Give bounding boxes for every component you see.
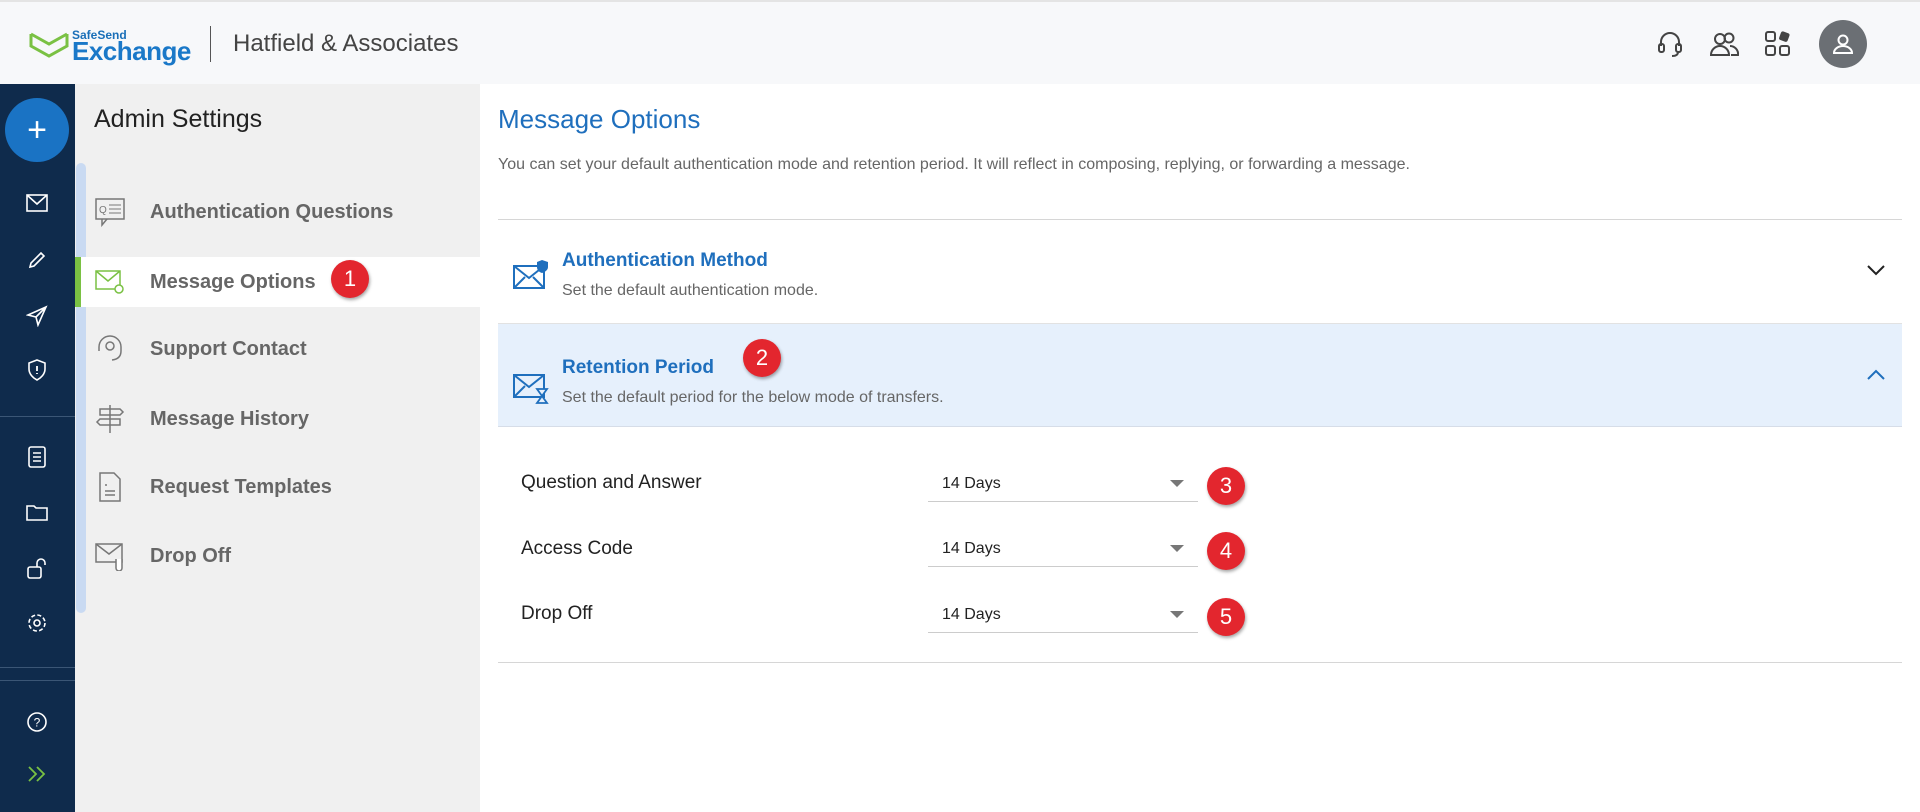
chevron-up-icon[interactable] [1866,369,1886,381]
shield-icon[interactable] [22,355,52,385]
mail-gear-icon [92,264,128,300]
unlock-icon[interactable] [22,553,52,583]
access-code-retention-select[interactable]: 14 Days [928,531,1198,567]
sidebar-item-label: Support Contact [150,337,307,360]
expand-icon[interactable] [22,759,52,789]
pencil-icon[interactable] [22,245,52,275]
mail-hourglass-icon [512,357,562,410]
signpost-icon [92,401,128,437]
chevron-down-icon[interactable] [1866,264,1886,276]
sidebar-title: Admin Settings [94,105,263,133]
top-header: SafeSend Exchange Hatfield & Associates [0,0,1920,84]
caret-down-icon [1170,545,1184,552]
users-icon[interactable] [1708,28,1740,60]
selected-value: 14 Days [942,474,1001,492]
annotation-badge-1: 1 [331,260,369,298]
divider [0,416,75,417]
compose-button[interactable]: + [5,98,69,162]
avatar[interactable] [1819,20,1867,68]
annotation-badge-3: 3 [1207,467,1245,505]
mail-clip-icon [92,538,128,574]
avatar-icon [1832,34,1854,54]
help-icon[interactable]: ? [22,707,52,737]
drop-off-retention-select[interactable]: 14 Days [928,597,1198,633]
selected-value: 14 Days [942,605,1001,623]
support-icon [92,331,128,367]
document-icon[interactable] [22,442,52,472]
page-description: You can set your default authentication … [498,156,1410,173]
send-icon[interactable] [22,301,52,331]
company-name: Hatfield & Associates [233,30,459,57]
mail-shield-icon [512,250,562,295]
sidebar-item-label: Message History [150,407,309,430]
selected-value: 14 Days [942,539,1001,557]
headset-icon[interactable] [1654,28,1686,60]
caret-down-icon [1170,611,1184,618]
gear-icon[interactable] [22,608,52,638]
section-subtitle: Set the default authentication mode. [562,282,819,299]
annotation-badge-5: 5 [1207,598,1245,636]
sidebar-item-label: Authentication Questions [150,200,394,223]
folder-icon[interactable] [22,497,52,527]
divider [0,667,75,668]
annotation-badge-4: 4 [1207,532,1245,570]
logo-text: Exchange [72,36,191,66]
apps-icon[interactable] [1762,28,1794,60]
sidebar-item-message-options[interactable]: Message Options [75,257,480,307]
divider [498,662,1902,663]
sidebar-item-label: Drop Off [150,544,232,567]
sidebar-item-label: Request Templates [150,475,332,498]
sidebar-item-authentication-questions[interactable]: Q Authentication Questions [75,187,480,237]
divider [210,26,211,62]
template-icon [92,469,128,505]
divider [0,680,75,681]
caret-down-icon [1170,480,1184,487]
sidebar-item-label: Message Options [150,270,316,293]
retention-period-section[interactable]: Retention Period Set the default period f… [498,324,1902,427]
sidebar-item-drop-off[interactable]: Drop Off [75,531,480,581]
access-code-label: Access Code [521,538,633,559]
section-title: Authentication Method [562,250,768,271]
sidebar-item-request-templates[interactable]: Request Templates [75,462,480,512]
annotation-badge-2: 2 [743,339,781,377]
mail-icon[interactable] [22,188,52,218]
drop-off-label: Drop Off [521,603,593,624]
svg-text:?: ? [34,716,41,730]
sidebar-item-support-contact[interactable]: Support Contact [75,324,480,374]
authentication-method-section[interactable]: Authentication Method Set the default aut… [498,220,1902,324]
section-subtitle: Set the default period for the below mod… [562,389,944,406]
question-list-icon: Q [92,194,128,230]
svg-text:Q: Q [99,205,107,216]
question-answer-label: Question and Answer [521,472,702,493]
sidebar-item-message-history[interactable]: Message History [75,394,480,444]
logo-icon [29,32,69,58]
question-answer-retention-select[interactable]: 14 Days [928,466,1198,502]
page-title: Message Options [498,104,701,134]
